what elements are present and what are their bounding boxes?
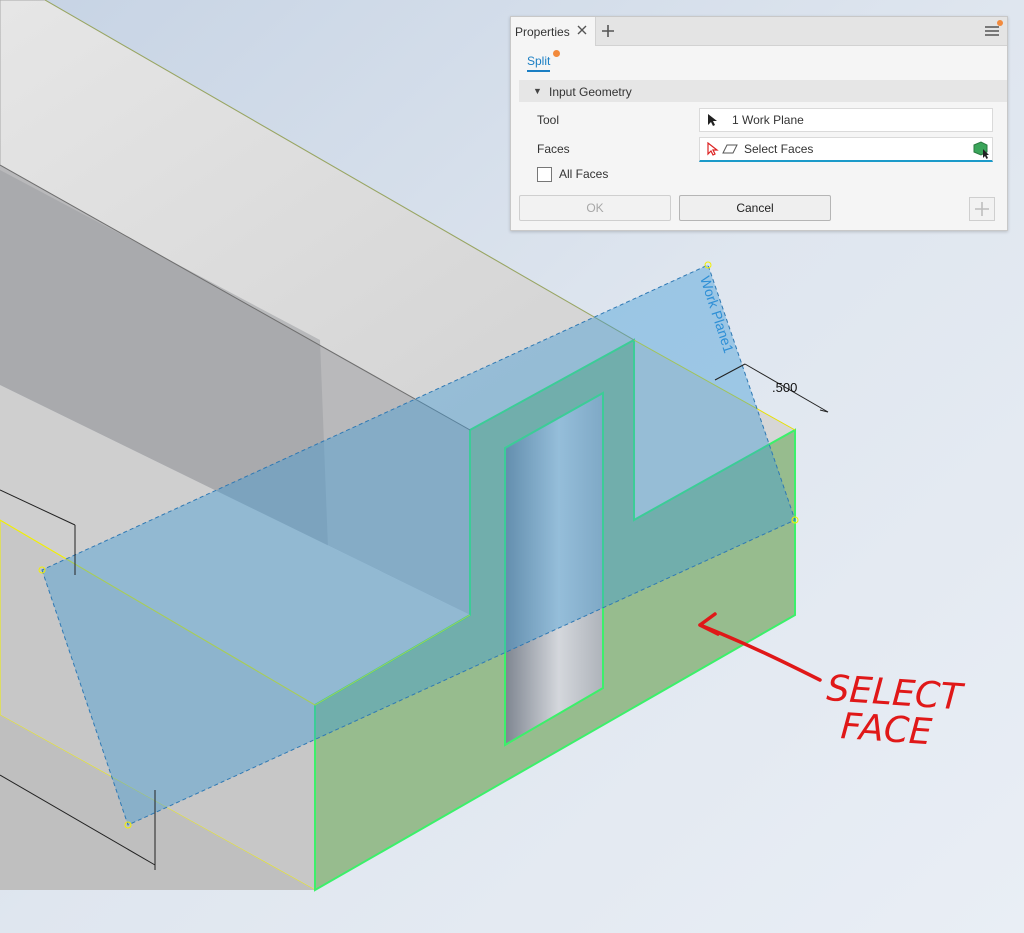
tool-label: Tool	[537, 113, 560, 127]
faces-label: Faces	[537, 142, 570, 156]
face-filter-icon[interactable]	[971, 139, 991, 159]
cursor-arrow-icon	[708, 114, 717, 126]
dimension-value[interactable]: .500	[772, 380, 797, 395]
faces-value: Select Faces	[744, 142, 814, 156]
all-faces-label: All Faces	[559, 167, 609, 181]
section-input-geometry[interactable]: ▼ Input Geometry	[519, 80, 1007, 102]
faces-field[interactable]: Select Faces	[699, 137, 993, 162]
command-notification-dot	[553, 50, 560, 57]
properties-panel: Properties Split ▼ Input Geometry Tool 1…	[510, 16, 1008, 231]
annotation-text-face: FACE	[839, 706, 933, 753]
tool-field[interactable]: 1 Work Plane	[699, 108, 993, 132]
panel-tab-bar: Properties	[511, 17, 1007, 46]
section-title: Input Geometry	[549, 85, 632, 99]
add-icon	[975, 202, 989, 216]
command-row: Split	[511, 46, 1007, 76]
command-name[interactable]: Split	[527, 54, 551, 72]
close-icon[interactable]	[575, 22, 589, 38]
add-button[interactable]	[969, 197, 995, 221]
tab-properties[interactable]: Properties	[511, 17, 596, 46]
ok-button[interactable]: OK	[519, 195, 671, 221]
all-faces-checkbox[interactable]	[537, 167, 552, 182]
collapse-arrow-icon[interactable]: ▼	[533, 86, 542, 96]
plus-icon[interactable]	[599, 21, 617, 41]
tab-label: Properties	[515, 25, 570, 39]
cancel-button[interactable]: Cancel	[679, 195, 831, 221]
notification-dot	[997, 20, 1003, 26]
tool-value: 1 Work Plane	[732, 113, 804, 127]
select-face-icon	[707, 142, 738, 156]
